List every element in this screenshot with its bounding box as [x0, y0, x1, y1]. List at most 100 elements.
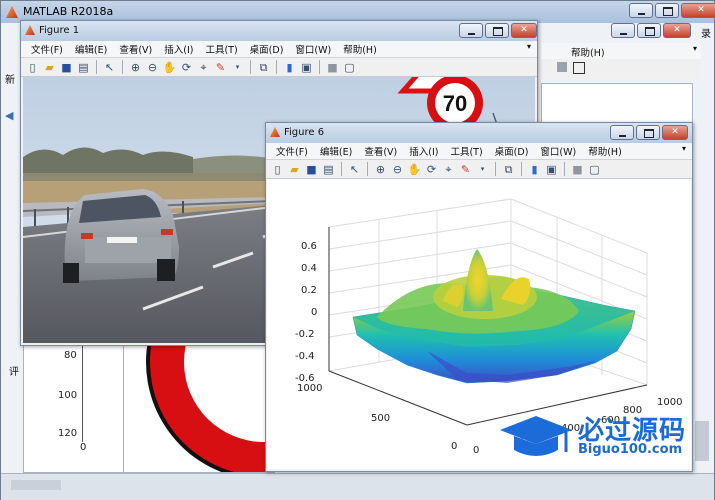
zoom-out-icon[interactable]: ⊖ — [145, 60, 160, 75]
legend-icon[interactable]: ▣ — [544, 162, 559, 177]
open-folder-icon[interactable]: ▰ — [287, 162, 302, 177]
z-tick-label: 0.2 — [301, 285, 317, 296]
minimize-icon[interactable] — [459, 23, 483, 38]
rotate3d-icon[interactable]: ⟳ — [424, 162, 439, 177]
maximize-icon[interactable] — [485, 23, 509, 38]
matlab-logo-icon — [6, 6, 18, 18]
menu-file[interactable]: 文件(F) — [25, 41, 69, 57]
menu-edit[interactable]: 编辑(E) — [314, 143, 358, 159]
menu-desktop[interactable]: 桌面(D) — [244, 41, 290, 57]
bg-menubar: 帮助(H) ▾ — [541, 43, 701, 59]
colorbar-icon[interactable]: ▮ — [527, 162, 542, 177]
figure1-menubar: 文件(F) 编辑(E) 查看(V) 插入(I) 工具(T) 桌面(D) 窗口(W… — [21, 41, 537, 57]
z-tick-label: -0.2 — [295, 329, 315, 340]
surface-mesh — [352, 249, 636, 384]
menu-edit[interactable]: 编辑(E) — [69, 41, 113, 57]
menu-window[interactable]: 窗口(W) — [534, 143, 582, 159]
menu-insert[interactable]: 插入(I) — [158, 41, 199, 57]
back-arrow-icon[interactable]: ◀ — [5, 109, 13, 122]
brush-icon[interactable]: ✎ — [458, 162, 473, 177]
brush-dropdown-icon[interactable]: ▾ — [230, 60, 245, 75]
zoom-out-icon[interactable]: ⊖ — [390, 162, 405, 177]
search-fragment: 录 — [701, 29, 711, 40]
close-icon[interactable]: ✕ — [681, 3, 715, 18]
zoom-in-icon[interactable]: ⊕ — [373, 162, 388, 177]
menu-help[interactable]: 帮助(H) — [571, 45, 605, 59]
menu-help[interactable]: 帮助(H) — [582, 143, 628, 159]
z-tick-label: 0.4 — [301, 263, 317, 274]
axis-tick-label: 80 — [64, 350, 77, 361]
x-tick-label: 0 — [473, 445, 480, 456]
close-icon[interactable]: ✕ — [662, 125, 688, 140]
menu-window[interactable]: 窗口(W) — [289, 41, 337, 57]
figure6-menubar: 文件(F) 编辑(E) 查看(V) 插入(I) 工具(T) 桌面(D) 窗口(W… — [266, 143, 692, 159]
menu-view[interactable]: 查看(V) — [113, 41, 158, 57]
maximize-icon[interactable] — [655, 3, 679, 18]
watermark-text-en: Biguo100.com — [578, 442, 683, 457]
z-tick-label: 0 — [311, 307, 318, 318]
print-icon[interactable]: ▤ — [321, 162, 336, 177]
close-icon[interactable]: ✕ — [511, 23, 537, 38]
data-cursor-icon[interactable]: ⌖ — [441, 162, 456, 177]
dock-icon[interactable]: ▢ — [587, 162, 602, 177]
legend-icon[interactable]: ▣ — [299, 60, 314, 75]
close-icon[interactable]: ✕ — [663, 23, 691, 38]
side-label-fragment: 新 — [5, 75, 15, 86]
zoom-in-icon[interactable]: ⊕ — [128, 60, 143, 75]
dock-icon[interactable] — [573, 62, 585, 74]
menu-insert[interactable]: 插入(I) — [403, 143, 444, 159]
axis-tick-label: 120 — [58, 428, 78, 439]
inner-caption-buttons: ✕ — [611, 23, 691, 39]
new-file-icon[interactable]: ▯ — [25, 60, 40, 75]
left-label-fragment: 评 — [9, 367, 19, 378]
bg-axis-line — [82, 342, 83, 442]
brush-dropdown-icon[interactable]: ▾ — [475, 162, 490, 177]
figure6-titlebar[interactable]: Figure 6 ✕ — [266, 123, 692, 143]
colorbar-icon[interactable]: ▮ — [282, 60, 297, 75]
hide-tools-icon[interactable]: ■ — [325, 60, 340, 75]
maximize-icon[interactable] — [636, 125, 660, 140]
hide-tools-icon[interactable]: ■ — [570, 162, 585, 177]
matlab-figure-icon — [25, 25, 35, 35]
menu-tools[interactable]: 工具(T) — [199, 41, 243, 57]
maximize-icon[interactable] — [637, 23, 661, 38]
hide-tools-icon[interactable] — [557, 62, 567, 72]
menu-tools[interactable]: 工具(T) — [444, 143, 488, 159]
dock-icon[interactable]: ▢ — [342, 60, 357, 75]
status-segment — [11, 480, 61, 490]
link-plot-icon[interactable]: ⧉ — [501, 162, 516, 177]
data-cursor-icon[interactable]: ⌖ — [196, 60, 211, 75]
brush-icon[interactable]: ✎ — [213, 60, 228, 75]
new-file-icon[interactable]: ▯ — [270, 162, 285, 177]
axis-tick-label: 100 — [58, 390, 78, 401]
pan-icon[interactable]: ✋ — [407, 162, 422, 177]
minimize-icon[interactable] — [610, 125, 634, 140]
menu-help[interactable]: 帮助(H) — [337, 41, 383, 57]
menu-desktop[interactable]: 桌面(D) — [489, 143, 535, 159]
link-plot-icon[interactable]: ⧉ — [256, 60, 271, 75]
pan-icon[interactable]: ✋ — [162, 60, 177, 75]
y-tick-label: 0 — [451, 441, 458, 452]
y-tick-label: 1000 — [297, 383, 323, 394]
figure1-titlebar[interactable]: Figure 1 ✕ — [21, 21, 537, 41]
menu-arrow-icon: ▾ — [692, 44, 697, 53]
minimize-icon[interactable] — [611, 23, 635, 38]
bg-figure-panel: 80 100 120 0 — [23, 341, 125, 473]
minimize-icon[interactable] — [629, 3, 653, 18]
graduation-cap-icon — [500, 416, 572, 456]
axis-tick-label: 0 — [80, 442, 87, 453]
pointer-icon[interactable]: ↖ — [347, 162, 362, 177]
save-icon[interactable]: ■ — [59, 60, 74, 75]
rotate3d-icon[interactable]: ⟳ — [179, 60, 194, 75]
z-tick-label: -0.4 — [295, 351, 315, 362]
menu-file[interactable]: 文件(F) — [270, 143, 314, 159]
menu-view[interactable]: 查看(V) — [358, 143, 403, 159]
status-bar — [1, 473, 714, 500]
pointer-icon[interactable]: ↖ — [102, 60, 117, 75]
print-icon[interactable]: ▤ — [76, 60, 91, 75]
bg-right-panel — [541, 83, 693, 125]
figure6-toolbar: ▯ ▰ ■ ▤ ↖ ⊕ ⊖ ✋ ⟳ ⌖ ✎ ▾ ⧉ ▮ ▣ ■ ▢ — [266, 159, 692, 179]
watermark: 必过源码 Biguo100.com — [498, 408, 698, 464]
open-folder-icon[interactable]: ▰ — [42, 60, 57, 75]
save-icon[interactable]: ■ — [304, 162, 319, 177]
